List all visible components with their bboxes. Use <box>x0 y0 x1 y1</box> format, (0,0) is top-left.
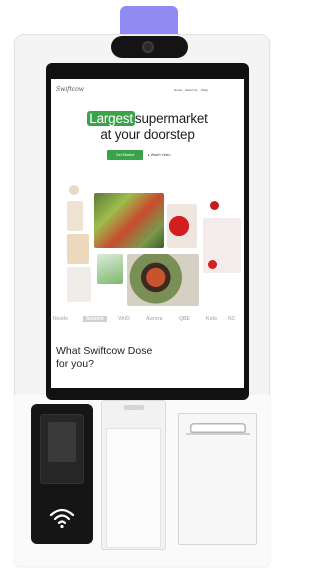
product-image <box>67 201 83 231</box>
nav-link-home[interactable]: Home <box>174 88 182 92</box>
get-started-button[interactable]: Get Started <box>107 150 143 160</box>
product-image <box>67 234 89 264</box>
product-image-berry <box>208 260 217 269</box>
brand-logo: Kolo <box>206 316 218 322</box>
product-image-tomatoes <box>167 204 197 248</box>
card-slot[interactable] <box>124 405 144 410</box>
site-logo[interactable]: Swiftcow <box>56 86 84 93</box>
product-image-herbs <box>97 254 123 284</box>
brand-logo: Aurora <box>146 316 163 322</box>
brand-logo: Seismo <box>83 316 107 322</box>
hero-title-rest: supermarket <box>134 111 208 126</box>
about-heading: What Swiftcow Dose for you? <box>56 345 152 371</box>
receipt-slot-lip <box>186 433 250 435</box>
scanner-lens <box>48 422 76 462</box>
hero-title-line1: Largest supermarket <box>51 111 244 126</box>
card-reader-panel <box>106 428 161 548</box>
product-image <box>67 267 91 302</box>
product-image <box>69 185 79 195</box>
about-heading-line1: What Swiftcow Dose <box>56 345 153 357</box>
nav-link-about[interactable]: About Us <box>185 88 197 92</box>
receipt-slot[interactable] <box>190 423 246 433</box>
touch-screen[interactable]: Swiftcow Home About Us Shop Largest super… <box>51 79 244 388</box>
product-image-berry <box>210 201 219 210</box>
watch-video-link[interactable]: ▸ Watch Video <box>148 150 170 160</box>
watch-video-label: Watch Video <box>150 153 171 157</box>
camera-icon <box>142 41 154 53</box>
brand-logo: VAIO <box>118 316 130 322</box>
about-heading-line2: for you? <box>56 358 94 370</box>
product-image-salad-bowls <box>94 193 164 248</box>
nav-link-shop[interactable]: Shop <box>201 88 208 92</box>
brand-logo: Nestle <box>53 316 69 322</box>
wifi-contactless-icon <box>49 508 75 529</box>
brand-logo: QBE <box>179 316 190 322</box>
hero-highlight: Largest <box>87 111 135 126</box>
hero-title-line2: at your doorstep <box>100 127 195 142</box>
brand-logo: NC <box>228 316 236 322</box>
product-image-dish <box>127 254 199 306</box>
camera-status-light <box>120 6 178 36</box>
